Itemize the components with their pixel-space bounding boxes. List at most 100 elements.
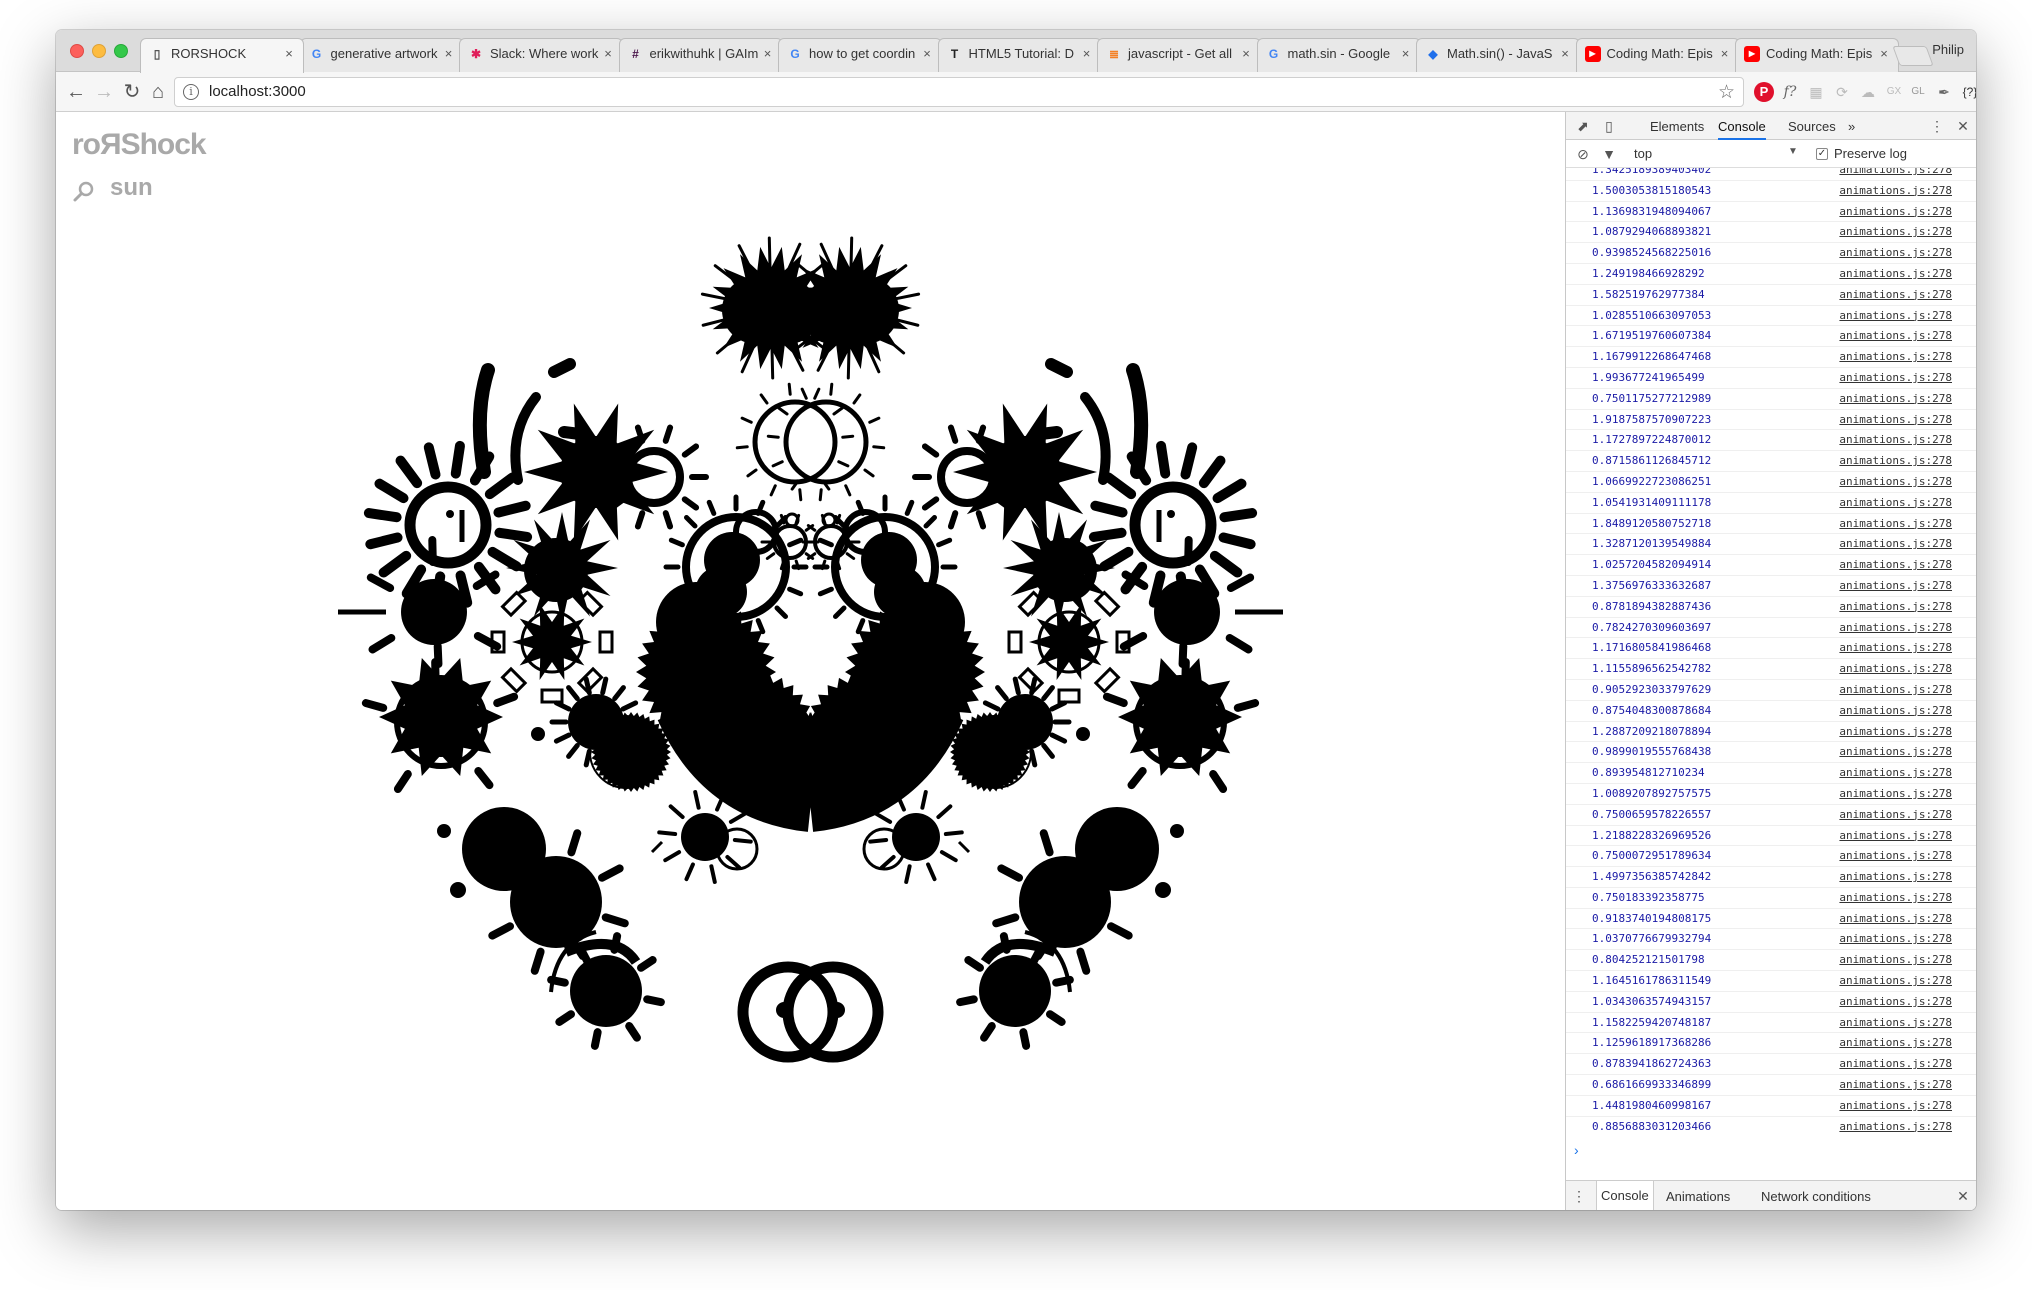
console-source-link[interactable]: animations.js:278	[1839, 888, 1952, 908]
inspect-element-icon[interactable]: ⬈	[1574, 117, 1592, 135]
console-source-link[interactable]: animations.js:278	[1839, 763, 1952, 783]
console-source-link[interactable]: animations.js:278	[1839, 909, 1952, 929]
console-source-link[interactable]: animations.js:278	[1839, 950, 1952, 970]
close-tab-icon[interactable]: ×	[1557, 39, 1573, 69]
console-source-link[interactable]: animations.js:278	[1839, 971, 1952, 991]
console-source-link[interactable]: animations.js:278	[1839, 1054, 1952, 1074]
console-source-link[interactable]: animations.js:278	[1839, 638, 1952, 658]
close-tab-icon[interactable]: ×	[600, 39, 616, 69]
grid-icon[interactable]: ▦	[1806, 82, 1826, 102]
tab-sources[interactable]: Sources	[1788, 119, 1836, 134]
address-bar[interactable]: i localhost:3000 ☆	[174, 77, 1744, 107]
console-source-link[interactable]: animations.js:278	[1839, 576, 1952, 596]
devtools-menu-icon[interactable]: ⋮	[1928, 117, 1946, 135]
gx-icon[interactable]: GX	[1884, 82, 1904, 102]
browser-tab[interactable]: Gmath.sin - Google ×	[1256, 38, 1421, 72]
close-tab-icon[interactable]: ×	[281, 39, 297, 69]
console-source-link[interactable]: animations.js:278	[1839, 285, 1952, 305]
close-tab-icon[interactable]: ×	[760, 39, 776, 69]
browser-tab[interactable]: ▶ Coding Math: Epis ×	[1575, 38, 1740, 72]
browser-tab[interactable]: ▯ RORSHOCK ×	[140, 38, 304, 73]
clear-console-icon[interactable]: ⊘	[1574, 145, 1592, 163]
console-source-link[interactable]: animations.js:278	[1839, 722, 1952, 742]
console-source-link[interactable]: animations.js:278	[1839, 1033, 1952, 1053]
drawer-tab-animations[interactable]: Animations	[1666, 1189, 1730, 1204]
reload-button[interactable]: ↻	[120, 80, 144, 104]
console-source-link[interactable]: animations.js:278	[1839, 534, 1952, 554]
close-tab-icon[interactable]: ×	[1238, 39, 1254, 69]
console-source-link[interactable]: animations.js:278	[1839, 410, 1952, 430]
function-icon[interactable]: f?	[1780, 82, 1800, 102]
console-source-link[interactable]: animations.js:278	[1839, 805, 1952, 825]
pinterest-icon[interactable]: P	[1754, 82, 1774, 102]
home-button[interactable]: ⌂	[146, 80, 170, 104]
console-source-link[interactable]: animations.js:278	[1839, 701, 1952, 721]
profile-name[interactable]: Philip	[1932, 42, 1964, 57]
gl-icon[interactable]: GL	[1908, 82, 1928, 102]
refresh-extension-icon[interactable]: ⟳	[1832, 82, 1852, 102]
browser-tab[interactable]: ✱ Slack: Where work ×	[459, 38, 623, 72]
console-source-link[interactable]: animations.js:278	[1839, 181, 1952, 201]
console-source-link[interactable]: animations.js:278	[1839, 514, 1952, 534]
console-source-link[interactable]: animations.js:278	[1839, 846, 1952, 866]
console-source-link[interactable]: animations.js:278	[1839, 618, 1952, 638]
console-source-link[interactable]: animations.js:278	[1839, 326, 1952, 346]
tab-console[interactable]: Console	[1718, 119, 1766, 140]
console-source-link[interactable]: animations.js:278	[1839, 826, 1952, 846]
console-prompt[interactable]: ›	[1574, 1142, 1579, 1158]
close-tab-icon[interactable]: ×	[441, 39, 457, 69]
info-icon[interactable]: i	[183, 84, 199, 100]
console-source-link[interactable]: animations.js:278	[1839, 597, 1952, 617]
close-devtools-icon[interactable]: ✕	[1954, 117, 1972, 135]
browser-tab[interactable]: Ggenerative artwork ×	[299, 38, 464, 72]
console-source-link[interactable]: animations.js:278	[1839, 493, 1952, 513]
browser-tab[interactable]: T HTML5 Tutorial: D ×	[937, 38, 1102, 72]
browser-tab[interactable]: Ghow to get coordin ×	[778, 38, 942, 72]
console-source-link[interactable]: animations.js:278	[1839, 1013, 1952, 1033]
close-tab-icon[interactable]: ×	[919, 39, 935, 69]
console-source-link[interactable]: animations.js:278	[1839, 555, 1952, 575]
close-tab-icon[interactable]: ×	[1717, 39, 1733, 69]
console-source-link[interactable]: animations.js:278	[1839, 306, 1952, 326]
console-source-link[interactable]: animations.js:278	[1839, 389, 1952, 409]
browser-tab[interactable]: ▶ Coding Math: Epis ×	[1735, 38, 1899, 72]
console-source-link[interactable]: animations.js:278	[1839, 168, 1952, 180]
console-source-link[interactable]: animations.js:278	[1839, 243, 1952, 263]
console-source-link[interactable]: animations.js:278	[1839, 347, 1952, 367]
console-source-link[interactable]: animations.js:278	[1839, 264, 1952, 284]
tab-elements[interactable]: Elements	[1650, 119, 1704, 134]
minimize-window-button[interactable]	[92, 44, 106, 58]
chevron-down-icon[interactable]: ▼	[1788, 146, 1798, 157]
close-drawer-icon[interactable]: ✕	[1954, 1187, 1972, 1205]
console-source-link[interactable]: animations.js:278	[1839, 451, 1952, 471]
browser-tab[interactable]: ≣ javascript - Get all ×	[1097, 38, 1261, 72]
json-icon[interactable]: {?}	[1960, 82, 1976, 102]
console-source-link[interactable]: animations.js:278	[1839, 1117, 1952, 1136]
drawer-menu-icon[interactable]: ⋮	[1570, 1187, 1588, 1205]
console-source-link[interactable]: animations.js:278	[1839, 472, 1952, 492]
console-source-link[interactable]: animations.js:278	[1839, 368, 1952, 388]
device-toolbar-icon[interactable]: ▯	[1600, 117, 1618, 135]
preserve-log-checkbox[interactable]: ✓	[1816, 148, 1828, 160]
console-source-link[interactable]: animations.js:278	[1839, 202, 1952, 222]
browser-tab[interactable]: # erikwithuhk | GAIm ×	[618, 38, 783, 72]
console-source-link[interactable]: animations.js:278	[1839, 1075, 1952, 1095]
eyedropper-icon[interactable]: ✒	[1934, 82, 1954, 102]
console-source-link[interactable]: animations.js:278	[1839, 430, 1952, 450]
console-source-link[interactable]: animations.js:278	[1839, 929, 1952, 949]
close-tab-icon[interactable]: ×	[1398, 39, 1414, 69]
more-tabs-icon[interactable]: »	[1848, 119, 1855, 134]
maximize-window-button[interactable]	[114, 44, 128, 58]
close-tab-icon[interactable]: ×	[1079, 39, 1095, 69]
console-source-link[interactable]: animations.js:278	[1839, 680, 1952, 700]
drawer-tab-network-conditions[interactable]: Network conditions	[1761, 1189, 1871, 1204]
browser-tab[interactable]: ◆ Math.sin() - JavaS ×	[1416, 38, 1580, 72]
drawer-tab-console[interactable]: Console	[1596, 1181, 1654, 1210]
filter-icon[interactable]: ▼	[1600, 145, 1618, 163]
console-source-link[interactable]: animations.js:278	[1839, 992, 1952, 1012]
new-tab-button[interactable]	[1892, 46, 1934, 66]
close-window-button[interactable]	[70, 44, 84, 58]
console-source-link[interactable]: animations.js:278	[1839, 867, 1952, 887]
cloud-icon[interactable]: ☁	[1858, 82, 1878, 102]
console-source-link[interactable]: animations.js:278	[1839, 222, 1952, 242]
